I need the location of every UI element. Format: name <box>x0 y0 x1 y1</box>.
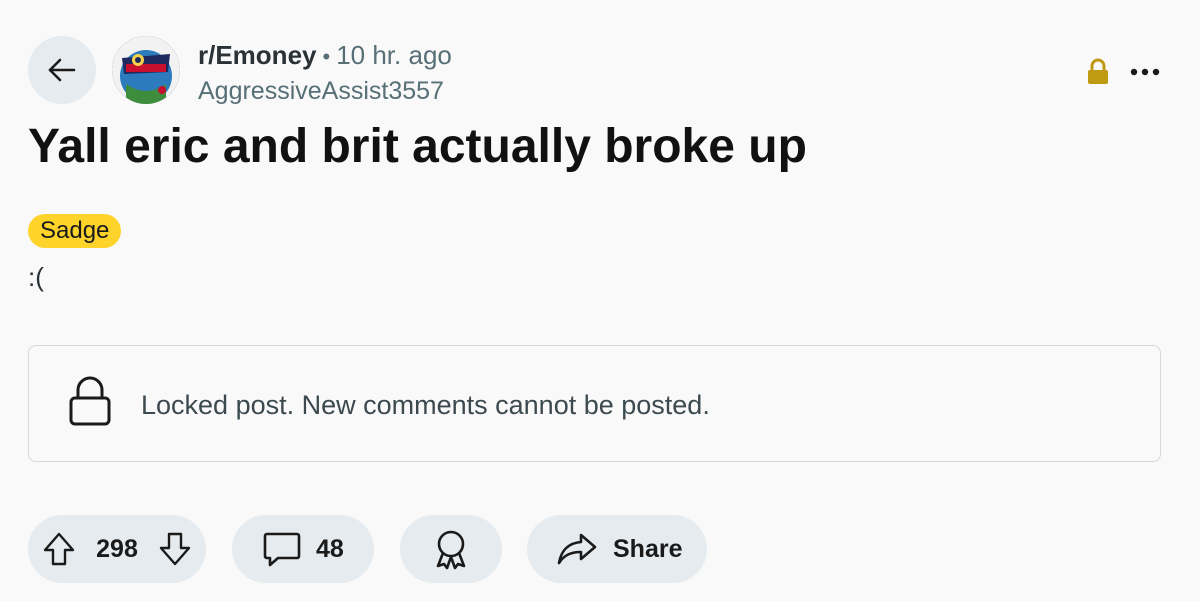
vote-control: 298 <box>28 515 206 583</box>
subreddit-avatar[interactable] <box>112 36 180 104</box>
comment-icon <box>262 530 302 568</box>
post-meta: r/Emoney • 10 hr. ago AggressiveAssist3557 <box>198 40 452 106</box>
post-flair[interactable]: Sadge <box>28 214 122 248</box>
downvote-icon[interactable] <box>158 531 192 567</box>
locked-notice-text: Locked post. New comments cannot be post… <box>141 390 710 420</box>
locked-notice: Locked post. New comments cannot be post… <box>28 345 1161 462</box>
post-time: 10 hr. ago <box>336 40 452 70</box>
post-page: r/Emoney • 10 hr. ago AggressiveAssist3557… <box>0 0 1200 601</box>
upvote-icon[interactable] <box>42 531 76 567</box>
more-options-icon[interactable] <box>1130 67 1160 77</box>
award-button[interactable] <box>400 515 502 583</box>
back-arrow-icon <box>44 52 80 88</box>
post-body: :( <box>28 262 44 292</box>
back-button[interactable] <box>28 36 96 104</box>
post-title: Yall eric and brit actually broke up <box>28 120 807 173</box>
meta-separator: • <box>322 44 331 69</box>
subreddit-link[interactable]: r/Emoney <box>198 40 317 70</box>
vote-count: 298 <box>96 534 138 563</box>
share-label: Share <box>613 534 683 563</box>
share-icon <box>557 532 597 566</box>
post-header-actions <box>1086 58 1160 86</box>
share-button[interactable]: Share <box>527 515 707 583</box>
lock-icon <box>1086 58 1110 86</box>
lock-outline-icon <box>67 376 113 428</box>
author-link[interactable]: AggressiveAssist3557 <box>198 76 452 106</box>
comments-button[interactable]: 48 <box>232 515 374 583</box>
comment-count: 48 <box>316 534 344 563</box>
award-icon <box>431 528 471 570</box>
